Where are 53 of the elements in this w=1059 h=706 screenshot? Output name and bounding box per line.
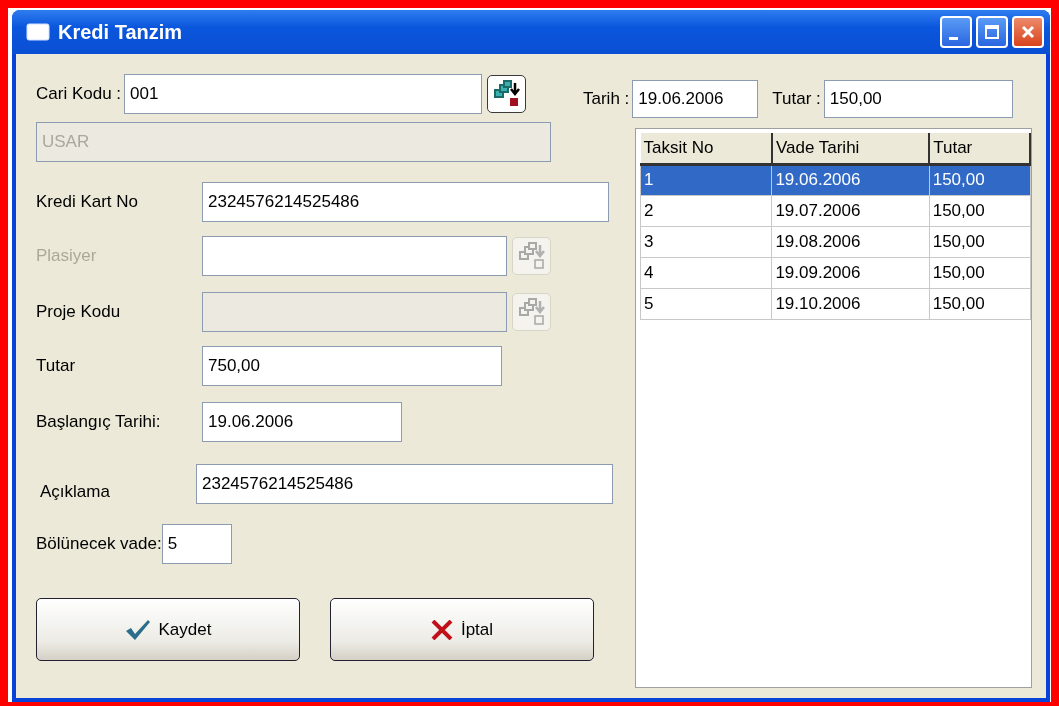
field-label: Proje Kodu	[36, 301, 122, 324]
table-cell: 19.09.2006	[771, 257, 930, 288]
field-label: Açıklama	[39, 480, 111, 503]
table-cell: 3	[640, 226, 772, 257]
column-header[interactable]: Vade Tarihi	[771, 133, 930, 164]
column-header[interactable]: Tutar	[929, 133, 1030, 164]
table-cell: 150,00	[929, 288, 1030, 319]
field-label: Bölünecek vade:	[36, 533, 162, 556]
table-cell: 150,00	[929, 164, 1030, 195]
input-field[interactable]: 19.06.2006	[632, 80, 759, 118]
column-header[interactable]: Taksit No	[640, 133, 772, 164]
table-cell: 5	[640, 288, 772, 319]
lookup-icon	[492, 80, 521, 108]
table-cell: 150,00	[929, 257, 1030, 288]
input-field[interactable]: 19.06.2006	[202, 402, 402, 442]
field-label: Tutar	[36, 355, 77, 378]
field-label: Tarih :	[583, 88, 630, 111]
save-button[interactable]: Kaydet	[36, 598, 300, 661]
field-label: Kredi Kart No	[36, 191, 140, 214]
table-cell: 19.06.2006	[771, 164, 930, 195]
close-icon	[1020, 24, 1036, 40]
input-field[interactable]: 2324576214525486	[202, 182, 609, 222]
table-cell: 2	[640, 195, 772, 226]
checkmark-icon	[124, 618, 151, 641]
table-cell: 1	[640, 164, 772, 195]
lookup-icon	[517, 242, 546, 270]
table-cell: 150,00	[929, 195, 1030, 226]
table-cell: 150,00	[929, 226, 1030, 257]
table-cell: 4	[640, 257, 772, 288]
field-label: Plasiyer	[36, 245, 98, 268]
cancel-button[interactable]: İptal	[330, 598, 594, 661]
cross-icon	[430, 619, 453, 640]
input-field[interactable]	[202, 236, 507, 276]
table-cell: 19.08.2006	[771, 226, 930, 257]
field-label: Tutar :	[772, 88, 821, 111]
lookup-icon	[517, 298, 546, 326]
close-button[interactable]	[1012, 16, 1044, 48]
input-field[interactable]: 150,00	[823, 80, 1013, 118]
lookup-button[interactable]	[487, 75, 527, 113]
maximize-button[interactable]	[976, 16, 1008, 48]
maximize-icon	[984, 24, 1000, 40]
window-title: Kredi Tanzim	[58, 20, 184, 45]
field-label: Cari Kodu :	[36, 83, 122, 106]
minimize-button[interactable]	[940, 16, 972, 48]
input-field[interactable]: 001	[124, 74, 483, 114]
table-cell: 19.10.2006	[771, 288, 930, 319]
input-field[interactable]: 2324576214525486	[196, 464, 613, 504]
table-cell: 19.07.2006	[771, 195, 930, 226]
field-label: Başlangıç Tarihi:	[36, 411, 162, 434]
input-field[interactable]: 5	[161, 524, 232, 564]
input-field[interactable]: 750,00	[202, 346, 502, 386]
minimize-icon	[948, 36, 958, 40]
window-icon	[26, 23, 50, 41]
